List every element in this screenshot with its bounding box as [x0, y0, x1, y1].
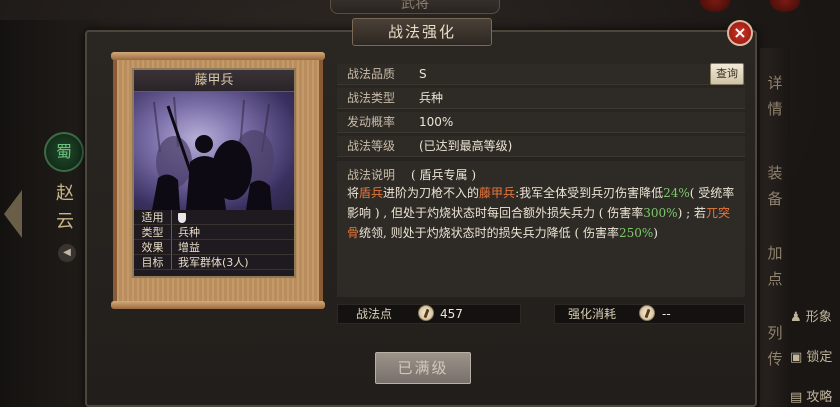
type-row: 战法类型 兵种: [337, 88, 745, 109]
stat-key: 适用: [134, 210, 172, 225]
right-item-lock[interactable]: ▣ 锁定: [790, 346, 840, 365]
tab-biography[interactable]: 列传: [762, 320, 788, 372]
stat-row: 适用: [134, 210, 294, 225]
points-label: 战法点: [356, 307, 393, 321]
quality-value: S: [419, 67, 427, 81]
stat-row: 效果 增益: [134, 240, 294, 255]
cost-value: --: [662, 307, 671, 321]
soldiers-silhouette-icon: [152, 96, 274, 210]
level-label: 战法等级: [347, 139, 396, 153]
stat-key: 效果: [134, 240, 172, 255]
description-segment: 藤甲兵: [479, 186, 516, 200]
description-segment: 统领, 则处于灼烧状态时的损失兵力降低 ( 伤害率: [359, 226, 619, 240]
description-segment: 盾兵: [359, 186, 384, 200]
stat-value: [172, 210, 294, 225]
level-value: (已达到最高等级): [419, 139, 513, 153]
coin-icon: [418, 305, 434, 321]
right-item-guide[interactable]: ▤ 攻略: [790, 386, 840, 405]
rate-row: 发动概率 100%: [337, 112, 745, 133]
description-tag: ( 盾兵专属 ): [411, 168, 477, 182]
stat-value: 增益: [172, 240, 294, 255]
stat-key: 类型: [134, 225, 172, 240]
sound-icon[interactable]: ◀: [58, 244, 76, 262]
description-segment: ): [653, 226, 658, 240]
tab-points[interactable]: 加点: [762, 240, 788, 292]
dialog-title: 战法强化: [352, 18, 492, 46]
type-value: 兵种: [419, 91, 444, 105]
coin-icon: [639, 305, 655, 321]
faction-badge: 蜀: [44, 132, 84, 172]
tab-equipment[interactable]: 装备: [762, 160, 788, 212]
arrow-left-icon[interactable]: [4, 190, 22, 238]
rate-value: 100%: [419, 115, 454, 129]
description-segment: 300%: [643, 206, 678, 220]
description-header: 战法说明 ( 盾兵专属 ): [347, 166, 476, 183]
description-segment: 将: [347, 186, 360, 200]
stat-key: 目标: [134, 255, 172, 270]
tactic-name: 藤甲兵: [134, 70, 294, 92]
tactic-card: 藤甲兵 适用 类型 兵种 效果 增益 目标 我军群体(3人): [132, 68, 296, 278]
background-title: 武将: [330, 0, 500, 14]
level-row: 战法等级 (已达到最高等级): [337, 136, 745, 157]
tab-details[interactable]: 详情: [762, 70, 788, 122]
stat-row: 目标 我军群体(3人): [134, 255, 294, 270]
search-button[interactable]: 查询: [710, 63, 744, 85]
description-text: 将盾兵进阶为刀枪不入的藤甲兵:我军全体受到兵刃伤害降低24%( 受统率影响 ) …: [347, 183, 735, 243]
stat-value: 兵种: [172, 225, 294, 240]
points-value: 457: [440, 307, 463, 321]
description-box: 战法说明 ( 盾兵专属 ) 将盾兵进阶为刀枪不入的藤甲兵:我军全体受到兵刃伤害降低…: [337, 161, 745, 297]
shield-icon: [178, 213, 186, 223]
tactic-artwork: [134, 92, 294, 210]
right-item-appearance[interactable]: ♟ 形象: [790, 306, 840, 325]
description-label: 战法说明: [347, 168, 396, 182]
stat-value: 我军群体(3人): [172, 255, 294, 270]
description-segment: 24%: [663, 186, 690, 200]
type-label: 战法类型: [347, 91, 396, 105]
tactic-stats: 适用 类型 兵种 效果 增益 目标 我军群体(3人): [134, 210, 294, 270]
quality-label: 战法品质: [347, 67, 396, 81]
description-segment: :我军全体受到兵刃伤害降低: [515, 186, 664, 200]
cost-label: 强化消耗: [568, 307, 617, 321]
close-button[interactable]: ×: [727, 20, 753, 46]
description-segment: ) ; 若: [677, 206, 706, 220]
quality-row: 战法品质 S: [337, 64, 745, 85]
description-segment: 250%: [618, 226, 654, 240]
hero-name: 赵云: [56, 183, 74, 232]
maxed-button[interactable]: 已满级: [375, 352, 471, 384]
rate-label: 发动概率: [347, 115, 396, 129]
stat-row: 类型 兵种: [134, 225, 294, 240]
description-segment: 进阶为刀枪不入的: [383, 186, 480, 200]
close-icon: ×: [733, 23, 747, 42]
